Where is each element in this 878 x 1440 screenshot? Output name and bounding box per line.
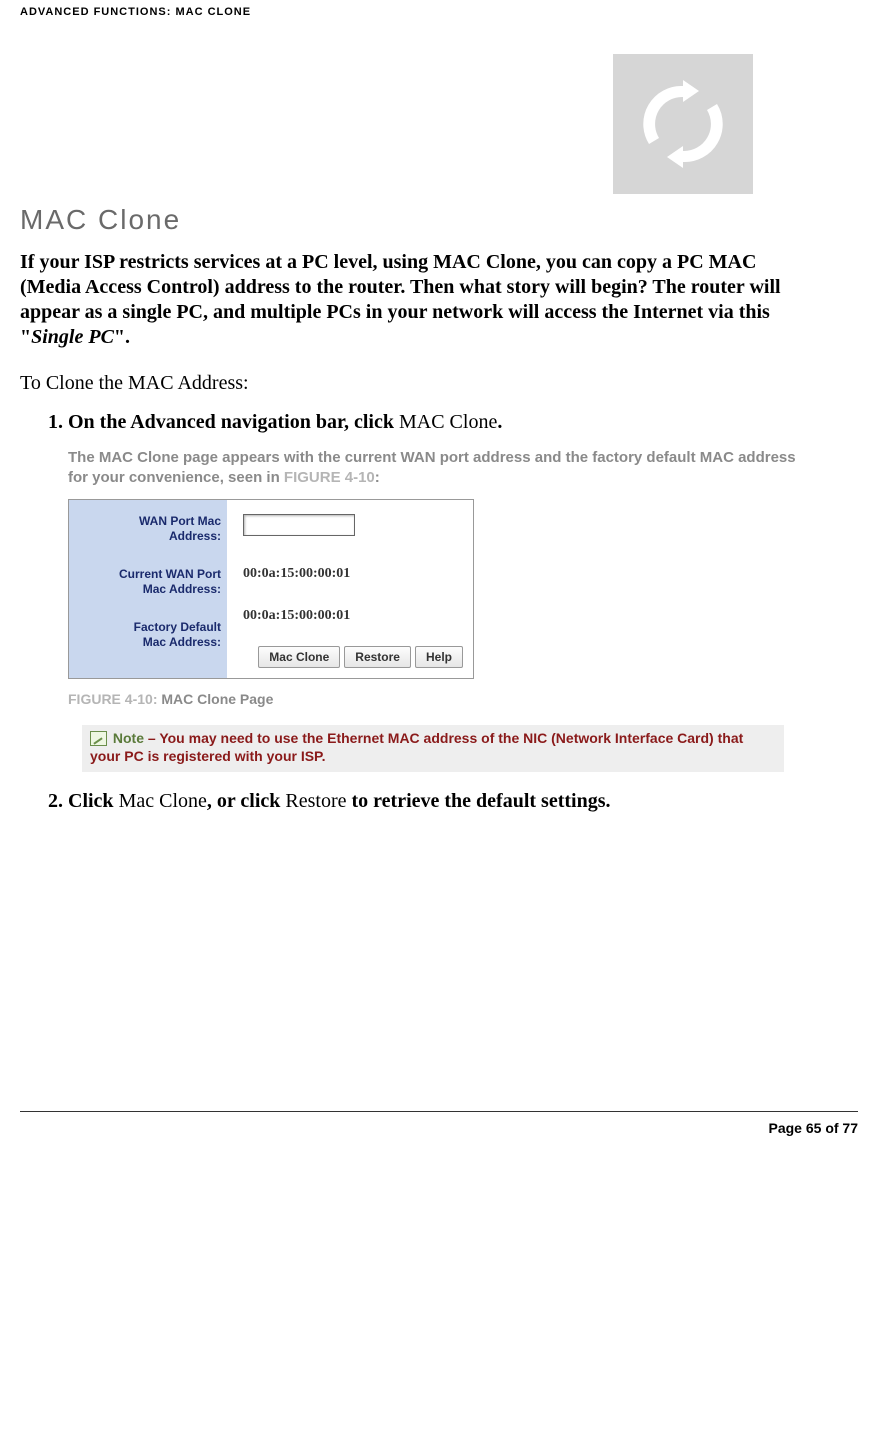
step1-bold-2: .: [497, 411, 502, 433]
subtext-line: The MAC Clone page appears with the curr…: [68, 449, 796, 486]
step2-b1: Click: [68, 790, 119, 812]
note-label: Note: [113, 730, 144, 746]
wan-port-mac-input[interactable]: [243, 514, 355, 536]
factory-default-mac-value: 00:0a:15:00:00:01: [243, 608, 465, 624]
step1-bold-1: On the Advanced navigation bar, click: [68, 411, 399, 433]
mac-clone-button[interactable]: Mac Clone: [258, 646, 340, 668]
step1-normal: MAC Clone: [399, 411, 497, 433]
intro-italic: Single PC: [31, 326, 114, 348]
step2-n2: Restore: [285, 790, 346, 812]
label-current-wan-mac: Current WAN PortMac Address:: [73, 567, 221, 598]
refresh-arrows-icon: [633, 74, 733, 174]
page-number: Page 65 of 77: [769, 1120, 859, 1136]
lead-in-text: To Clone the MAC Address:: [20, 372, 858, 395]
note-box: Note – You may need to use the Ethernet …: [82, 725, 784, 773]
page-footer: Page 65 of 77: [20, 1111, 858, 1150]
label-wan-port-mac: WAN Port MacAddress:: [73, 514, 221, 545]
figure-caption-title: MAC Clone Page: [161, 691, 273, 707]
page-breadcrumb: ADVANCED FUNCTIONS: MAC CLONE: [20, 0, 858, 24]
step2-n1: Mac Clone: [119, 790, 207, 812]
figure-screenshot: WAN Port MacAddress: Current WAN PortMac…: [68, 499, 474, 679]
current-wan-mac-value: 00:0a:15:00:00:01: [243, 566, 465, 582]
help-button[interactable]: Help: [415, 646, 463, 668]
label-factory-default-mac: Factory DefaultMac Address:: [73, 620, 221, 651]
hero-icon-box: [613, 54, 753, 194]
intro-text-2: ".: [114, 326, 130, 348]
intro-paragraph: If your ISP restricts services at a PC l…: [20, 250, 798, 350]
restore-button[interactable]: Restore: [344, 646, 411, 668]
figure-caption: FIGURE 4-10: MAC Clone Page: [68, 691, 798, 707]
figure-caption-ref: FIGURE 4-10: [68, 691, 153, 707]
step-1: On the Advanced navigation bar, click MA…: [68, 411, 858, 772]
note-body: – You may need to use the Ethernet MAC a…: [90, 730, 743, 765]
note-icon: [90, 731, 107, 746]
step2-b3: to retrieve the default settings.: [346, 790, 610, 812]
page-title: MAC Clone: [20, 204, 858, 236]
step-2: Click Mac Clone, or click Restore to ret…: [68, 790, 858, 813]
subtext-tail: :: [375, 469, 380, 486]
subtext-figure-ref: FIGURE 4-10: [284, 469, 375, 486]
step1-subtext: The MAC Clone page appears with the curr…: [68, 448, 798, 489]
step2-b2: , or click: [207, 790, 286, 812]
intro-text-1: If your ISP restricts services at a PC l…: [20, 251, 781, 348]
